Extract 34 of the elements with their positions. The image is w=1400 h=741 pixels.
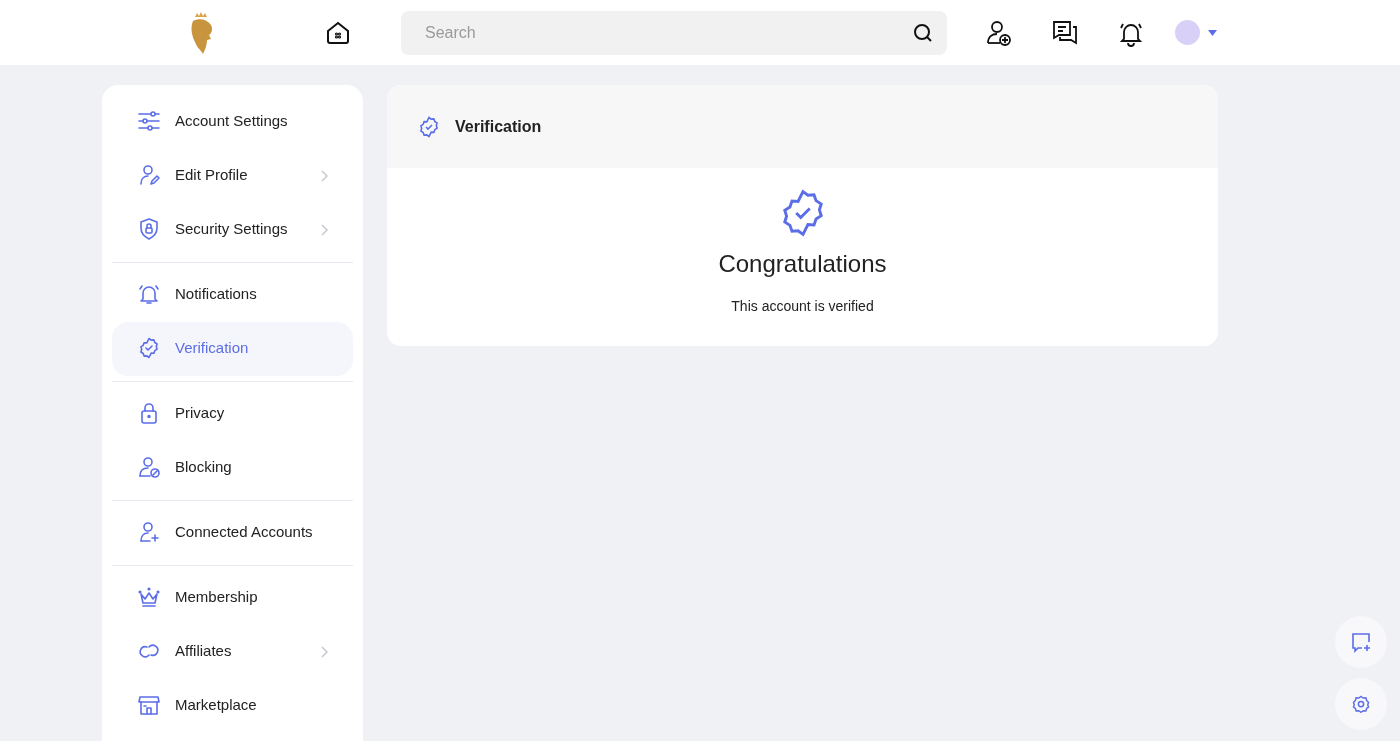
chat-plus-icon [1350, 631, 1372, 653]
badge-check-icon [417, 114, 441, 139]
user-plus-icon [137, 519, 161, 544]
sidebar-item[interactable]: Edit Profile [112, 149, 353, 203]
chevron-right-icon[interactable] [321, 170, 328, 182]
home-icon[interactable] [325, 19, 351, 46]
chevron-right-icon[interactable] [321, 646, 328, 658]
search-icon[interactable] [913, 22, 933, 43]
user-edit-icon [137, 162, 161, 187]
sidebar-item[interactable]: Connected Accounts [112, 506, 353, 560]
sidebar-item[interactable]: Blocking [112, 441, 353, 495]
new-message-button[interactable] [1335, 616, 1387, 668]
search-field[interactable]: Search [401, 10, 947, 55]
heading: Congratulations [718, 250, 887, 278]
chat-icon[interactable] [1051, 18, 1079, 47]
sidebar-item[interactable]: Notifications [112, 268, 353, 322]
sidebar-item[interactable]: Account Settings [112, 95, 353, 149]
sidebar-item[interactable]: Security Settings [112, 203, 353, 257]
settings-icon [1352, 695, 1370, 713]
status-message: This account is verified [731, 298, 874, 314]
chevron-right-icon[interactable] [321, 224, 328, 236]
sidebar-item[interactable]: Verification [112, 322, 353, 376]
user-block-icon [137, 454, 161, 479]
badge-check-icon [137, 335, 161, 360]
caret-icon[interactable] [1208, 29, 1217, 36]
sidebar-item[interactable]: Membership [112, 571, 353, 625]
sliders-icon [137, 108, 161, 133]
add-user-icon[interactable] [985, 18, 1013, 47]
sidebar-item[interactable]: Affiliates [112, 625, 353, 679]
sidebar-item[interactable]: Marketplace [112, 679, 353, 733]
sidebar-item[interactable]: Privacy [112, 387, 353, 441]
settings-button[interactable] [1335, 678, 1387, 730]
shield-lock-icon [137, 216, 161, 241]
card-title: Verification [455, 117, 542, 136]
